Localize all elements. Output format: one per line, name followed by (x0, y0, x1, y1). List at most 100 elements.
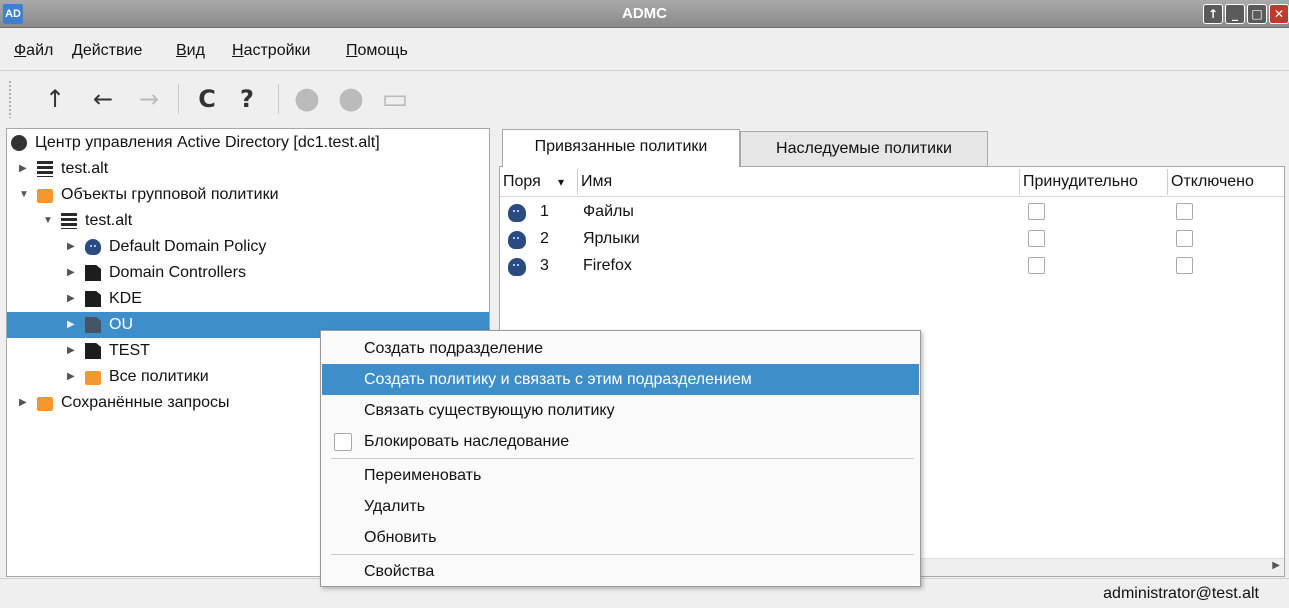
table-header: Поря ▾ Имя Принудительно Отключено (500, 167, 1284, 197)
expand-arrow-icon[interactable]: ▶ (67, 260, 75, 286)
column-enforced-header[interactable]: Принудительно (1020, 169, 1168, 195)
help-icon[interactable]: ? (230, 82, 264, 116)
tree-item-label: test.alt (61, 160, 109, 177)
enforced-checkbox[interactable] (1028, 257, 1045, 274)
collapse-arrow-icon[interactable]: ▼ (43, 208, 53, 234)
column-order-header[interactable]: Поря ▾ (500, 169, 578, 195)
collapse-arrow-icon[interactable]: ▼ (19, 182, 29, 208)
tab-inherited-policies[interactable]: Наследуемые политики (740, 131, 988, 166)
server-icon (37, 161, 53, 177)
up-arrow-icon[interactable]: ↑ (38, 82, 72, 116)
context-menu-item-label: Создать политику и связать с этим подраз… (364, 371, 752, 388)
menu-action[interactable]: Действие (72, 42, 142, 60)
toolbar: ↑ ← → C ? ● ● ▭ (0, 72, 1289, 126)
tree-item[interactable]: ▶ test.alt (7, 156, 489, 182)
title-bar[interactable]: AD ADMC ↑ _ □ ✕ (0, 0, 1289, 28)
sort-desc-icon: ▾ (558, 175, 565, 189)
expand-arrow-icon[interactable]: ▶ (67, 338, 75, 364)
context-menu-item[interactable]: Обновить (322, 522, 919, 553)
block-inheritance-checkbox[interactable] (334, 433, 352, 451)
context-menu-item-label: Создать подразделение (364, 340, 544, 357)
tree-item[interactable]: ▶ Default Domain Policy (7, 234, 489, 260)
context-menu-item[interactable]: Создать политику и связать с этим подраз… (322, 364, 919, 395)
context-menu-item-label: Удалить (364, 498, 426, 515)
context-menu: Создать подразделение Создать политику и … (320, 330, 921, 587)
context-menu-item[interactable]: Блокировать наследование (322, 426, 919, 457)
expand-arrow-icon[interactable]: ▶ (67, 286, 75, 312)
expand-arrow-icon[interactable]: ▶ (67, 364, 75, 390)
folder-icon (85, 371, 101, 385)
tab-linked-policies[interactable]: Привязанные политики (502, 129, 740, 167)
menu-separator (331, 458, 914, 459)
close-button[interactable]: ✕ (1269, 4, 1289, 24)
tree-item[interactable]: ▼ test.alt (7, 208, 489, 234)
context-menu-item[interactable]: Переименовать (322, 460, 919, 491)
context-menu-item[interactable]: Свойства (322, 556, 919, 587)
menu-view[interactable]: Вид (176, 42, 205, 60)
table-row[interactable]: 3 Firefox (500, 252, 1284, 279)
forward-arrow-icon[interactable]: → (132, 82, 166, 116)
folder-icon (37, 189, 53, 203)
expand-arrow-icon[interactable]: ▶ (19, 156, 27, 182)
column-order-label: Поря (503, 173, 541, 190)
gpo-icon (85, 239, 101, 255)
menu-help[interactable]: Помощь (346, 42, 408, 60)
column-name-header[interactable]: Имя (578, 169, 1020, 195)
expand-arrow-icon[interactable]: ▶ (67, 234, 75, 260)
cell-order: 3 (540, 257, 549, 274)
tree-item-label: Центр управления Active Directory [dc1.t… (35, 134, 380, 151)
ou-icon (85, 291, 101, 307)
tree-item-label: Сохранённые запросы (61, 394, 230, 411)
context-menu-item[interactable]: Связать существующую политику (322, 395, 919, 426)
toolbar-grip[interactable] (8, 80, 13, 118)
cell-order: 1 (540, 203, 549, 220)
expand-arrow-icon[interactable]: ▶ (67, 312, 75, 338)
app-window: AD ADMC ↑ _ □ ✕ Файл Действие Вид Настро… (0, 0, 1289, 608)
tree-item[interactable]: ▶ KDE (7, 286, 489, 312)
menu-action-label: Действие (72, 42, 143, 59)
tree-item[interactable]: ▼ Объекты групповой политики (7, 182, 489, 208)
tree-item[interactable]: Центр управления Active Directory [dc1.t… (7, 130, 489, 156)
disabled-checkbox[interactable] (1176, 203, 1193, 220)
status-user: administrator@test.alt (1103, 585, 1259, 602)
folder-icon (37, 397, 53, 411)
tree-item-label: TEST (109, 342, 150, 359)
menu-separator (331, 554, 914, 555)
cell-name: Файлы (583, 203, 634, 220)
context-menu-item-label: Переименовать (364, 467, 482, 484)
context-menu-item-label: Обновить (364, 529, 437, 546)
scroll-right-icon[interactable]: ▶ (1272, 560, 1280, 571)
context-menu-item[interactable]: Удалить (322, 491, 919, 522)
menu-view-label: ид (186, 42, 205, 59)
back-arrow-icon[interactable]: ← (86, 82, 120, 116)
context-menu-item[interactable]: Создать подразделение (322, 333, 919, 364)
tree-item[interactable]: ▶ Domain Controllers (7, 260, 489, 286)
keep-above-button[interactable]: ↑ (1203, 4, 1223, 24)
minimize-button[interactable]: _ (1225, 4, 1245, 24)
menu-settings-mnemonic: Н (232, 42, 244, 59)
maximize-button[interactable]: □ (1247, 4, 1267, 24)
refresh-icon[interactable]: C (190, 82, 224, 116)
enforced-checkbox[interactable] (1028, 203, 1045, 220)
gpo-icon (508, 204, 526, 222)
menu-file[interactable]: Файл (14, 42, 53, 60)
tree-item-label: Domain Controllers (109, 264, 246, 281)
user-icon[interactable]: ● (290, 82, 324, 116)
container-icon[interactable]: ▭ (378, 82, 412, 116)
user-icon[interactable]: ● (334, 82, 368, 116)
disabled-checkbox[interactable] (1176, 257, 1193, 274)
disabled-checkbox[interactable] (1176, 230, 1193, 247)
menu-settings[interactable]: Настройки (232, 42, 310, 60)
tree-item-label: test.alt (85, 212, 133, 229)
tree-item-label: OU (109, 316, 133, 333)
table-row[interactable]: 1 Файлы (500, 198, 1284, 225)
menu-file-label: айл (26, 42, 54, 59)
table-row[interactable]: 2 Ярлыки (500, 225, 1284, 252)
column-disabled-header[interactable]: Отключено (1168, 169, 1284, 195)
enforced-checkbox[interactable] (1028, 230, 1045, 247)
expand-arrow-icon[interactable]: ▶ (19, 390, 27, 416)
menu-help-mnemonic: П (346, 42, 358, 59)
tree-item-label: Default Domain Policy (109, 238, 267, 255)
menu-view-mnemonic: В (176, 42, 187, 59)
ou-icon (85, 265, 101, 281)
